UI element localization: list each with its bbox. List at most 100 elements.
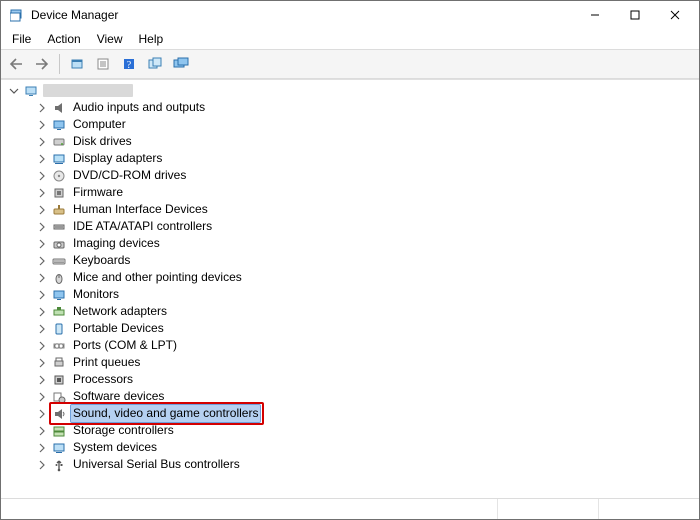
chevron-right-icon[interactable] — [35, 356, 49, 370]
chevron-right-icon[interactable] — [35, 424, 49, 438]
printer-icon — [51, 355, 67, 371]
app-icon — [9, 7, 25, 23]
show-hidden-button[interactable] — [65, 52, 89, 76]
chevron-right-icon[interactable] — [35, 254, 49, 268]
mouse-icon — [51, 270, 67, 286]
tree-item[interactable]: IDE ATA/ATAPI controllers — [35, 218, 699, 235]
status-cell — [598, 499, 699, 519]
refresh-button[interactable] — [143, 52, 167, 76]
chevron-right-icon[interactable] — [35, 118, 49, 132]
minimize-button[interactable] — [575, 1, 615, 29]
firmware-icon — [51, 185, 67, 201]
tree-item-label: Keyboards — [71, 252, 132, 269]
svg-text:?: ? — [127, 60, 132, 71]
system-icon — [51, 440, 67, 456]
device-tree[interactable]: Audio inputs and outputsComputerDisk dri… — [1, 79, 699, 498]
monitors-button[interactable] — [169, 52, 193, 76]
tree-item-label: Sound, video and game controllers — [71, 405, 260, 422]
root-computer-name — [43, 84, 133, 97]
usb-icon — [51, 457, 67, 473]
tree-root[interactable] — [7, 82, 699, 99]
ide-icon — [51, 219, 67, 235]
tree-item-label: DVD/CD-ROM drives — [71, 167, 188, 184]
toolbar: ? — [1, 50, 699, 79]
chevron-right-icon[interactable] — [35, 101, 49, 115]
tree-item[interactable]: Display adapters — [35, 150, 699, 167]
titlebar: Device Manager — [1, 1, 699, 29]
sound-icon — [51, 406, 67, 422]
properties-button[interactable] — [91, 52, 115, 76]
tree-item[interactable]: Mice and other pointing devices — [35, 269, 699, 286]
tree-item[interactable]: System devices — [35, 439, 699, 456]
chevron-right-icon[interactable] — [35, 407, 49, 421]
tree-item-label: Human Interface Devices — [71, 201, 210, 218]
tree-item[interactable]: Processors — [35, 371, 699, 388]
camera-icon — [51, 236, 67, 252]
keyboard-icon — [51, 253, 67, 269]
tree-item[interactable]: Print queues — [35, 354, 699, 371]
tree-item-label: Mice and other pointing devices — [71, 269, 244, 286]
chevron-right-icon[interactable] — [35, 220, 49, 234]
status-bar — [1, 498, 699, 519]
toolbar-separator — [59, 54, 60, 74]
tree-item[interactable]: Monitors — [35, 286, 699, 303]
tree-item[interactable]: Disk drives — [35, 133, 699, 150]
chevron-right-icon[interactable] — [35, 203, 49, 217]
chevron-right-icon[interactable] — [35, 271, 49, 285]
tree-item-label: Disk drives — [71, 133, 134, 150]
tree-item-label: IDE ATA/ATAPI controllers — [71, 218, 214, 235]
tree-item[interactable]: Imaging devices — [35, 235, 699, 252]
network-icon — [51, 304, 67, 320]
tree-item[interactable]: Ports (COM & LPT) — [35, 337, 699, 354]
chevron-right-icon[interactable] — [35, 152, 49, 166]
tree-item-label: Display adapters — [71, 150, 164, 167]
chevron-right-icon[interactable] — [35, 322, 49, 336]
tree-item[interactable]: Audio inputs and outputs — [35, 99, 699, 116]
menu-action[interactable]: Action — [40, 31, 87, 47]
speaker-icon — [51, 100, 67, 116]
chevron-right-icon[interactable] — [35, 441, 49, 455]
window-title: Device Manager — [31, 8, 118, 22]
chevron-right-icon[interactable] — [35, 288, 49, 302]
tree-item[interactable]: Human Interface Devices — [35, 201, 699, 218]
help-button[interactable]: ? — [117, 52, 141, 76]
chevron-right-icon[interactable] — [35, 390, 49, 404]
tree-item[interactable]: Computer — [35, 116, 699, 133]
chevron-down-icon[interactable] — [7, 84, 21, 98]
menu-help[interactable]: Help — [132, 31, 171, 47]
computer-icon — [23, 83, 39, 99]
tree-item-label: Network adapters — [71, 303, 169, 320]
tree-item-label: Audio inputs and outputs — [71, 99, 207, 116]
close-button[interactable] — [655, 1, 695, 29]
tree-item-label: Portable Devices — [71, 320, 166, 337]
tree-item[interactable]: Network adapters — [35, 303, 699, 320]
chevron-right-icon[interactable] — [35, 305, 49, 319]
status-cell — [497, 499, 598, 519]
tree-item[interactable]: Portable Devices — [35, 320, 699, 337]
tree-item[interactable]: Storage controllers — [35, 422, 699, 439]
chevron-right-icon[interactable] — [35, 458, 49, 472]
menubar: File Action View Help — [1, 29, 699, 50]
chevron-right-icon[interactable] — [35, 186, 49, 200]
tree-item-label: Print queues — [71, 354, 142, 371]
maximize-button[interactable] — [615, 1, 655, 29]
chevron-right-icon[interactable] — [35, 339, 49, 353]
tree-item-label: Processors — [71, 371, 135, 388]
tree-item-label: Computer — [71, 116, 128, 133]
port-icon — [51, 338, 67, 354]
menu-view[interactable]: View — [90, 31, 130, 47]
menu-file[interactable]: File — [5, 31, 38, 47]
tree-item-label: Imaging devices — [71, 235, 162, 252]
forward-button[interactable] — [30, 52, 54, 76]
tree-item[interactable]: Universal Serial Bus controllers — [35, 456, 699, 473]
tree-item[interactable]: DVD/CD-ROM drives — [35, 167, 699, 184]
chevron-right-icon[interactable] — [35, 135, 49, 149]
tree-item[interactable]: Firmware — [35, 184, 699, 201]
chevron-right-icon[interactable] — [35, 373, 49, 387]
tree-item-label: Firmware — [71, 184, 125, 201]
tree-item[interactable]: Keyboards — [35, 252, 699, 269]
chevron-right-icon[interactable] — [35, 169, 49, 183]
tree-item[interactable]: Sound, video and game controllers — [35, 405, 699, 422]
chevron-right-icon[interactable] — [35, 237, 49, 251]
back-button[interactable] — [4, 52, 28, 76]
